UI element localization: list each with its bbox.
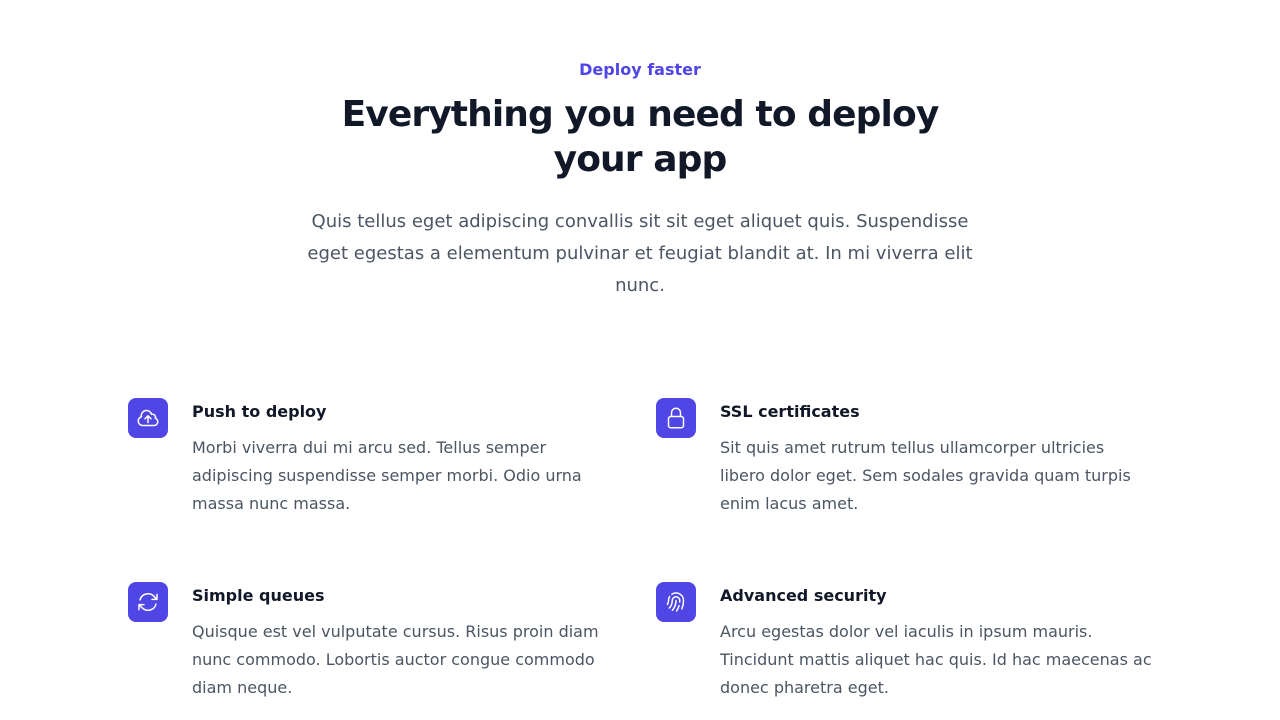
feature-title-text: Advanced security [720,586,887,605]
refresh-icon [128,582,168,622]
feature-title: SSL certificates [720,398,1152,426]
feature-title: Push to deploy [192,398,624,426]
page-title: Everything you need to deploy your app [304,92,976,182]
feature-title: Simple queues [192,582,624,610]
feature-item: Simple queues Quisque est vel vulputate … [128,582,624,702]
eyebrow-text: Deploy faster [304,56,976,84]
feature-description: Morbi viverra dui mi arcu sed. Tellus se… [192,434,624,518]
feature-title-text: Simple queues [192,586,325,605]
page-subtitle: Quis tellus eget adipiscing convallis si… [304,206,976,302]
feature-description: Arcu egestas dolor vel iaculis in ipsum … [720,618,1152,702]
feature-item: Push to deploy Morbi viverra dui mi arcu… [128,398,624,518]
fingerprint-icon [656,582,696,622]
feature-item: Advanced security Arcu egestas dolor vel… [656,582,1152,702]
feature-title-text: Push to deploy [192,402,326,421]
features-grid: Push to deploy Morbi viverra dui mi arcu… [128,398,1152,702]
page-container: Deploy faster Everything you need to dep… [0,0,1280,702]
header-section: Deploy faster Everything you need to dep… [304,56,976,302]
lock-icon [656,398,696,438]
feature-description: Sit quis amet rutrum tellus ullamcorper … [720,434,1152,518]
features-section: Push to deploy Morbi viverra dui mi arcu… [128,398,1152,702]
feature-title-text: SSL certificates [720,402,860,421]
feature-item: SSL certificates Sit quis amet rutrum te… [656,398,1152,518]
cloud-upload-icon [128,398,168,438]
feature-description: Quisque est vel vulputate cursus. Risus … [192,618,624,702]
feature-title: Advanced security [720,582,1152,610]
